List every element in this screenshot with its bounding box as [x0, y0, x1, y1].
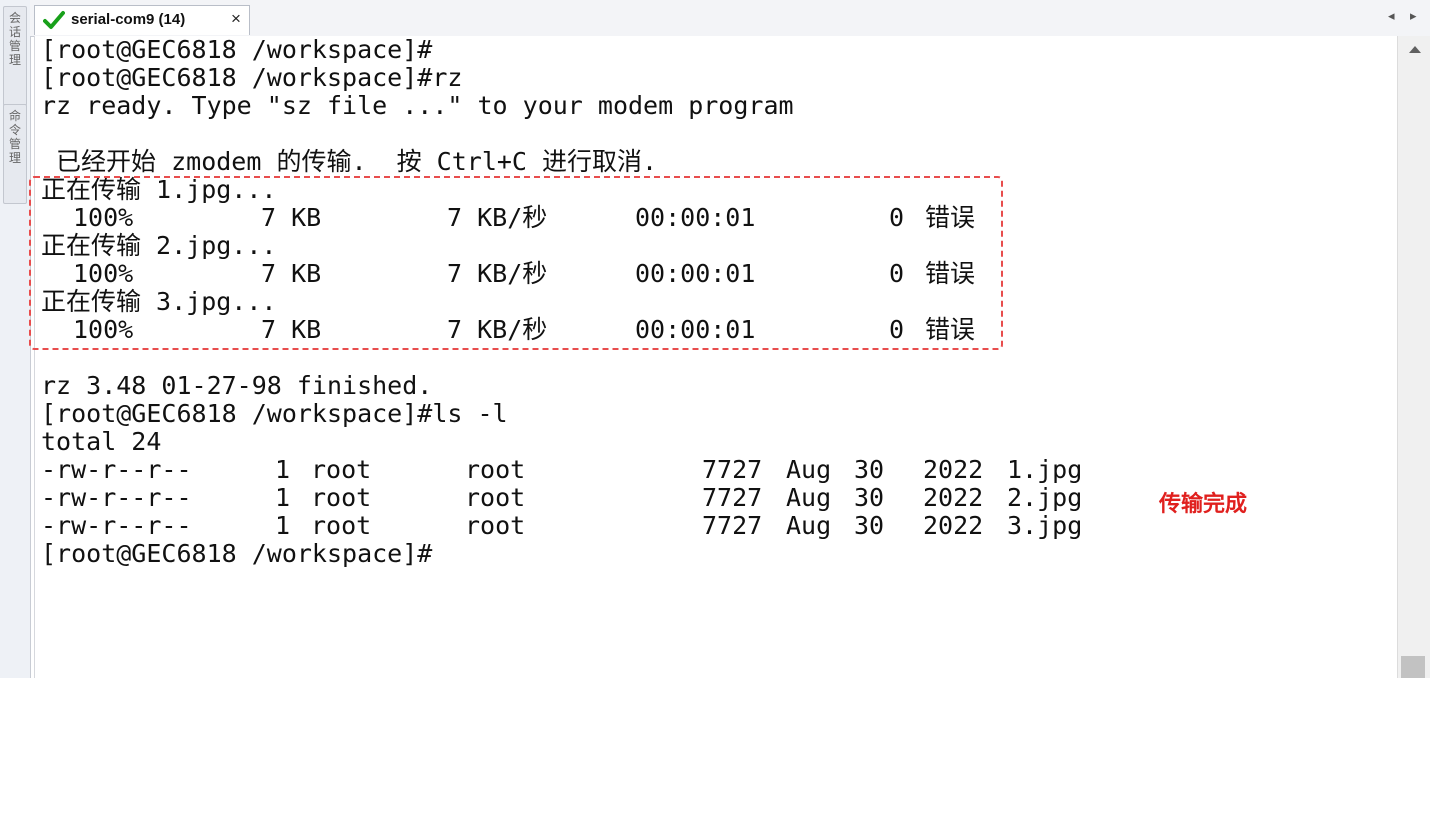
terminal-line: [root@GEC6818 /workspace]#ls -l — [41, 399, 508, 428]
tab-bar: serial-com9 (14) × ◂ ▸ — [30, 0, 1430, 37]
file-month: Aug — [786, 511, 832, 540]
terminal-line: [root@GEC6818 /workspace]#rz — [41, 63, 463, 92]
file-group: root — [465, 455, 526, 484]
scroll-up-icon[interactable] — [1409, 46, 1421, 53]
file-listing-row: -rw-r--r-- 1 root root 7727 Aug 30 2022 … — [35, 512, 1082, 540]
tab-title: serial-com9 (14) — [71, 11, 186, 28]
file-day: 30 — [854, 483, 885, 512]
transfer-complete-annotation: 传输完成 — [1159, 492, 1248, 517]
terminal-line: rz 3.48 01-27-98 finished. — [41, 371, 433, 400]
file-name: 2.jpg — [1007, 483, 1083, 512]
file-links: 1 — [275, 455, 291, 484]
terminal-line: total 24 — [41, 427, 162, 456]
file-day: 30 — [854, 511, 885, 540]
tab-serial-com9[interactable]: serial-com9 (14) × — [34, 5, 250, 35]
command-manager-char: 命 — [8, 109, 21, 123]
transfer-highlight-box — [29, 176, 1003, 350]
command-manager-char: 管 — [8, 137, 21, 151]
session-manager-char: 管 — [8, 39, 21, 53]
file-perms: -rw-r--r-- — [41, 455, 192, 484]
terminal-output[interactable]: [root@GEC6818 /workspace]# [root@GEC6818… — [29, 35, 1397, 678]
file-group: root — [465, 511, 526, 540]
file-name: 3.jpg — [1007, 511, 1083, 540]
file-year: 2022 — [923, 455, 984, 484]
file-links: 1 — [275, 511, 291, 540]
side-panel: 会 话 管 理 命 令 管 理 — [0, 0, 31, 678]
scrollbar-thumb[interactable] — [1401, 656, 1425, 678]
file-perms: -rw-r--r-- — [41, 511, 192, 540]
file-year: 2022 — [923, 483, 984, 512]
file-year: 2022 — [923, 511, 984, 540]
file-day: 30 — [854, 455, 885, 484]
file-size: 7727 — [702, 455, 763, 484]
terminal-line: [root@GEC6818 /workspace]# — [41, 539, 433, 568]
file-size: 7727 — [702, 511, 763, 540]
terminal-line: [root@GEC6818 /workspace]# — [41, 35, 433, 64]
command-manager-char: 理 — [8, 151, 21, 165]
file-listing-row: -rw-r--r-- 1 root root 7727 Aug 30 2022 … — [35, 484, 1082, 512]
session-manager-char: 会 — [8, 11, 21, 25]
command-manager-char: 令 — [8, 123, 21, 137]
scroll-tabs-left-icon[interactable]: ◂ — [1388, 9, 1395, 24]
check-icon — [43, 10, 65, 34]
session-manager-char: 话 — [8, 25, 21, 39]
file-month: Aug — [786, 455, 832, 484]
session-manager-tab[interactable]: 会 话 管 理 — [3, 6, 27, 106]
file-name: 1.jpg — [1007, 455, 1083, 484]
vertical-scrollbar[interactable] — [1397, 36, 1430, 678]
terminal-line: rz ready. Type "sz file ..." to your mod… — [41, 91, 794, 120]
file-owner: root — [311, 511, 372, 540]
file-group: root — [465, 483, 526, 512]
file-owner: root — [311, 483, 372, 512]
file-listing-row: -rw-r--r-- 1 root root 7727 Aug 30 2022 … — [35, 456, 1082, 484]
file-size: 7727 — [702, 483, 763, 512]
file-owner: root — [311, 455, 372, 484]
file-perms: -rw-r--r-- — [41, 483, 192, 512]
scroll-tabs-right-icon[interactable]: ▸ — [1410, 9, 1417, 24]
terminal-line: 已经开始 zmodem 的传输. 按 Ctrl+C 进行取消. — [41, 147, 658, 176]
file-links: 1 — [275, 483, 291, 512]
file-month: Aug — [786, 483, 832, 512]
session-manager-char: 理 — [8, 53, 21, 67]
command-manager-tab[interactable]: 命 令 管 理 — [3, 104, 27, 204]
close-icon[interactable]: × — [231, 9, 241, 29]
